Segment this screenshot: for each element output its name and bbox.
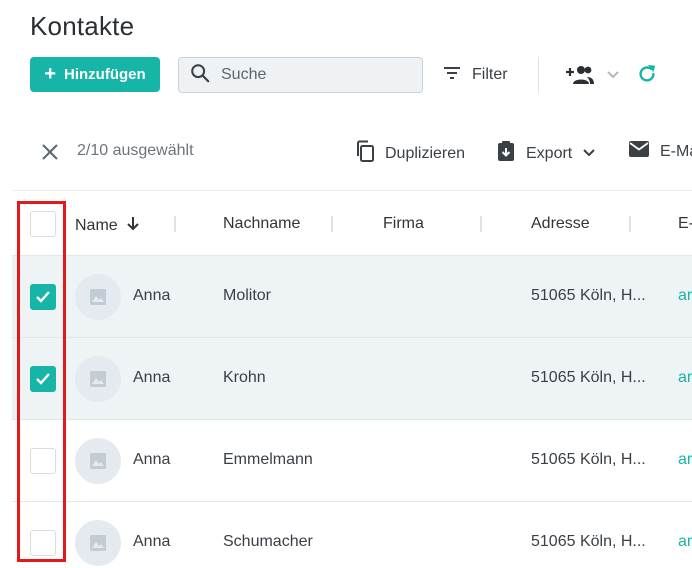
cell-address: 51065 Köln, H... bbox=[531, 533, 646, 550]
column-resize-handle[interactable] bbox=[331, 216, 333, 232]
avatar bbox=[75, 438, 121, 484]
search-input[interactable] bbox=[221, 66, 401, 84]
image-placeholder-icon bbox=[90, 453, 106, 469]
selection-count: 2/10 ausgewählt bbox=[77, 142, 194, 159]
duplicate-button[interactable]: Duplizieren bbox=[355, 140, 465, 167]
table-row[interactable]: Anna Krohn 51065 Köln, H... ar bbox=[12, 338, 692, 420]
column-header-company[interactable]: Firma bbox=[383, 215, 424, 233]
arrow-down-icon bbox=[126, 215, 140, 236]
chevron-down-icon bbox=[582, 145, 596, 163]
filter-icon bbox=[442, 63, 462, 88]
column-resize-handle[interactable] bbox=[174, 216, 176, 232]
chevron-down-icon[interactable] bbox=[606, 68, 620, 86]
cell-firstname: Anna bbox=[133, 451, 171, 468]
cell-firstname: Anna bbox=[133, 369, 171, 386]
cell-email[interactable]: ar bbox=[678, 369, 692, 387]
table-row[interactable]: Anna Emmelmann 51065 Köln, H... ar bbox=[12, 420, 692, 502]
table-row[interactable]: Anna Molitor 51065 Köln, H... ar bbox=[12, 256, 692, 338]
cell-lastname: Krohn bbox=[223, 369, 266, 386]
image-placeholder-icon bbox=[90, 371, 106, 387]
cell-address: 51065 Köln, H... bbox=[531, 451, 646, 468]
close-icon[interactable] bbox=[40, 142, 60, 167]
cell-lastname: Schumacher bbox=[223, 533, 313, 550]
column-resize-handle[interactable] bbox=[480, 216, 482, 232]
search-icon bbox=[189, 62, 211, 89]
refresh-icon[interactable] bbox=[636, 63, 658, 90]
filter-label: Filter bbox=[472, 66, 508, 83]
image-placeholder-icon bbox=[90, 535, 106, 551]
copy-icon bbox=[355, 140, 375, 167]
column-resize-handle[interactable] bbox=[629, 216, 631, 232]
avatar bbox=[75, 520, 121, 566]
cell-firstname: Anna bbox=[133, 533, 171, 550]
checkbox-column-highlight bbox=[17, 201, 66, 562]
add-button-label: Hinzufügen bbox=[64, 66, 146, 83]
column-header-email[interactable]: E- bbox=[678, 215, 692, 233]
contacts-table: Name Nachname Firma Adresse E- Anna Moli… bbox=[12, 190, 692, 568]
column-header-lastname[interactable]: Nachname bbox=[223, 215, 300, 233]
mail-icon bbox=[628, 140, 650, 163]
cell-address: 51065 Köln, H... bbox=[531, 287, 646, 304]
cell-lastname: Emmelmann bbox=[223, 451, 313, 468]
group-add-icon[interactable] bbox=[565, 63, 595, 92]
table-row[interactable]: Anna Schumacher 51065 Köln, H... ar bbox=[12, 502, 692, 568]
search-box[interactable] bbox=[178, 57, 423, 93]
page-title: Kontakte bbox=[30, 11, 135, 41]
image-placeholder-icon bbox=[90, 289, 106, 305]
column-header-name[interactable]: Name bbox=[75, 215, 140, 236]
cell-firstname: Anna bbox=[133, 287, 171, 304]
column-header-name-label: Name bbox=[75, 216, 118, 234]
duplicate-label: Duplizieren bbox=[385, 144, 466, 162]
cell-email[interactable]: ar bbox=[678, 533, 692, 551]
cell-email[interactable]: ar bbox=[678, 451, 692, 469]
email-button[interactable]: E-Ma bbox=[628, 140, 692, 163]
add-button[interactable]: + Hinzufügen bbox=[30, 57, 160, 92]
filter-button[interactable]: Filter bbox=[442, 62, 508, 88]
cell-email[interactable]: ar bbox=[678, 287, 692, 305]
cell-lastname: Molitor bbox=[223, 287, 272, 304]
export-button[interactable]: Export bbox=[496, 140, 596, 167]
plus-icon: + bbox=[44, 62, 57, 85]
table-header: Name Nachname Firma Adresse E- bbox=[12, 190, 692, 256]
avatar bbox=[75, 356, 121, 402]
export-label: Export bbox=[526, 144, 573, 162]
export-icon bbox=[496, 140, 516, 167]
avatar bbox=[75, 274, 121, 320]
cell-address: 51065 Köln, H... bbox=[531, 369, 646, 386]
column-header-address[interactable]: Adresse bbox=[531, 215, 590, 233]
email-label: E-Ma bbox=[660, 142, 692, 160]
toolbar-divider bbox=[538, 57, 539, 93]
